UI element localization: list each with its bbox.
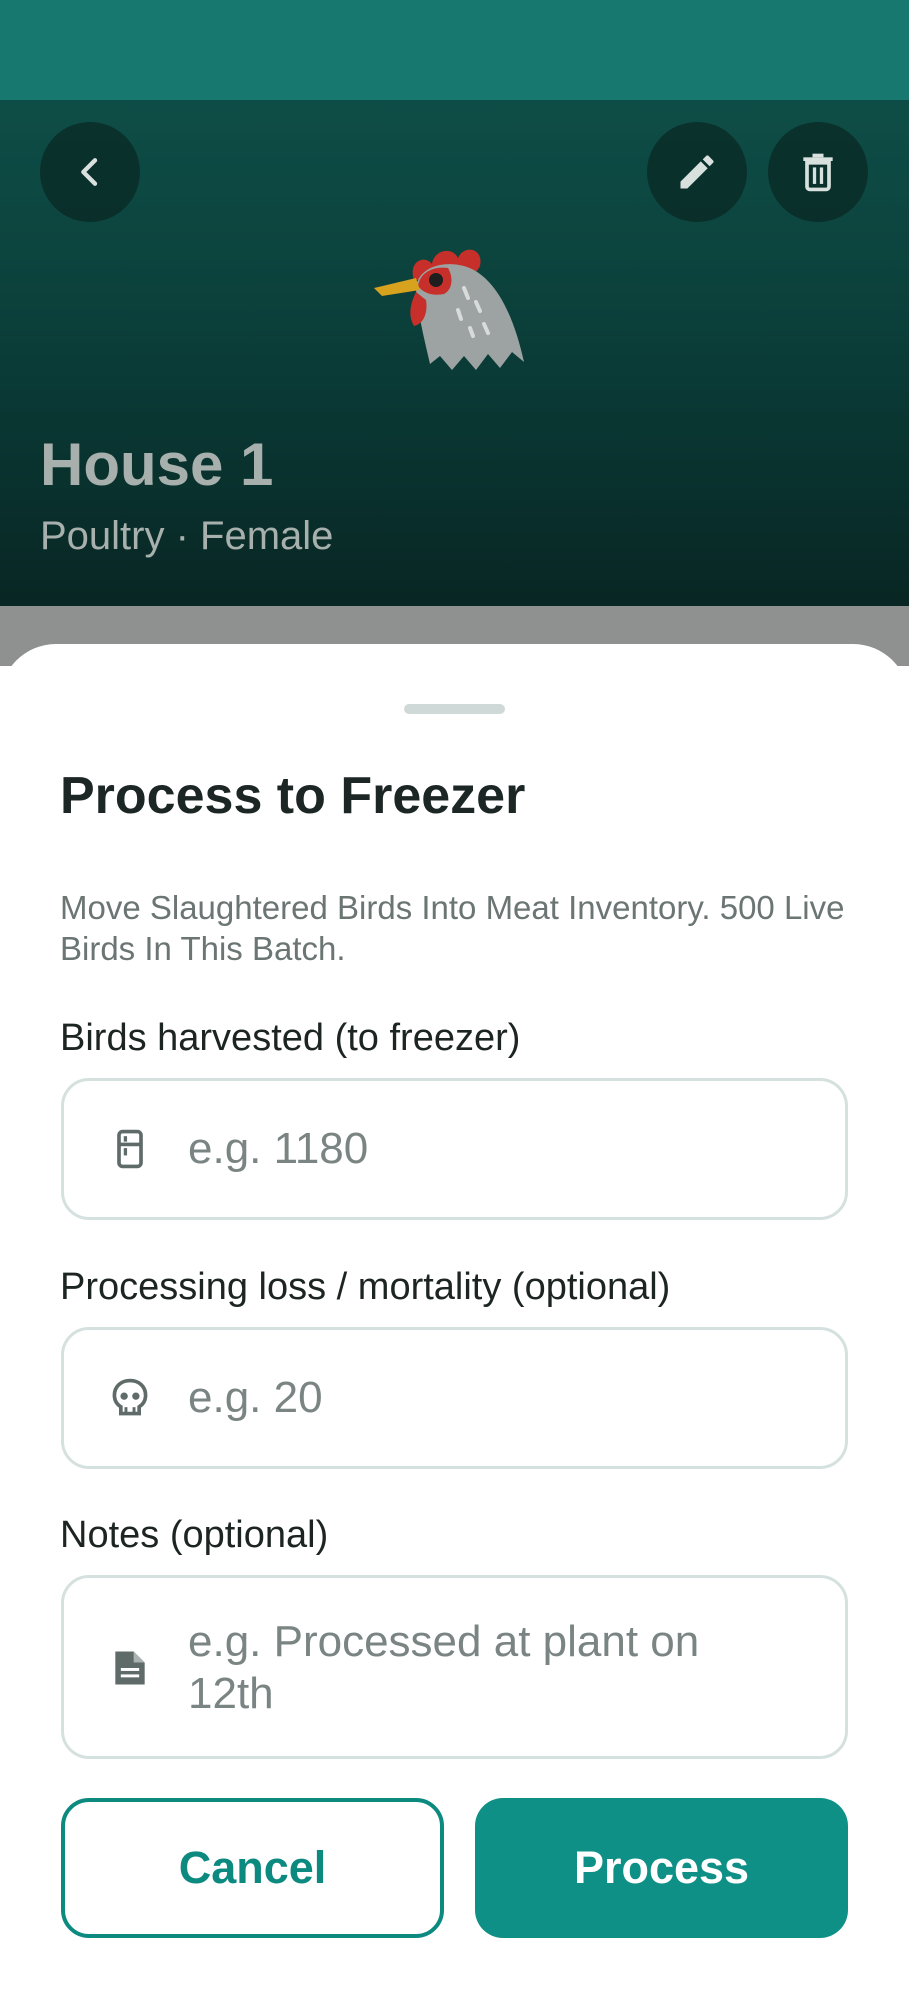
notes-placeholder: e.g. Processed at plant on 12th [188,1617,700,1718]
hero-header: House 1 Poultry · Female [0,100,909,606]
notes-label: Notes (optional) [60,1514,329,1556]
chevron-left-icon [81,158,98,186]
edit-button[interactable] [647,122,747,222]
birds-harvested-input[interactable]: e.g. 1180 [61,1078,848,1220]
birds-harvested-label: Birds harvested (to freezer) [60,1017,521,1059]
page-subtitle: Poultry · Female [40,514,334,558]
back-button[interactable] [40,122,140,222]
processing-loss-label: Processing loss / mortality (optional) [60,1266,671,1308]
skull-icon [112,1378,148,1416]
rooster-emoji [374,249,524,370]
process-button[interactable]: Process [475,1798,848,1938]
processing-loss-input[interactable]: e.g. 20 [61,1327,848,1469]
processing-loss-placeholder: e.g. 20 [188,1373,323,1422]
page-title: House 1 [40,431,274,498]
bottom-sheet: Process to Freezer Move Slaughtered Bird… [0,644,909,2000]
delete-button[interactable] [768,122,868,222]
birds-harvested-placeholder: e.g. 1180 [188,1124,369,1173]
notes-input[interactable]: e.g. Processed at plant on 12th [61,1575,848,1759]
pencil-icon [680,155,714,189]
drag-handle[interactable] [404,704,505,714]
sheet-description: Move Slaughtered Birds Into Meat Invento… [60,889,845,967]
note-icon [115,1651,145,1685]
status-bar [0,0,909,100]
sheet-title: Process to Freezer [60,767,526,825]
freezer-icon [117,1129,143,1169]
cancel-button[interactable]: Cancel [61,1798,444,1938]
trash-icon [803,153,833,192]
